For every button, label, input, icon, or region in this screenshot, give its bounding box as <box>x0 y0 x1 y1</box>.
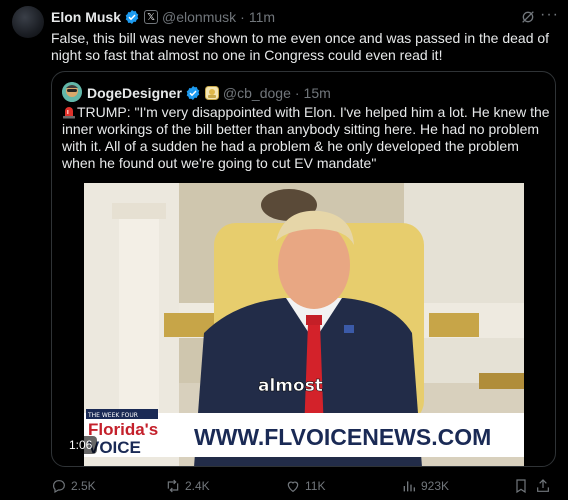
quoted-author-avatar[interactable] <box>62 82 82 102</box>
video-duration: 1:06 <box>64 436 98 454</box>
bookmark-icon <box>516 479 526 494</box>
x-affiliation-icon: 𝕏 <box>144 10 159 24</box>
share-button[interactable] <box>535 478 555 494</box>
tweet-actions: 2.5K 2.4K 11K 923K <box>51 478 551 496</box>
quoted-tweet-text: TRUMP: "I'm very disappointed with Elon.… <box>62 104 550 171</box>
more-options-icon[interactable]: ··· <box>540 6 558 24</box>
like-count: 11K <box>305 479 326 493</box>
views-chart-icon <box>403 481 415 492</box>
like-button[interactable]: 11K <box>285 478 325 494</box>
reply-icon <box>53 480 65 494</box>
video-banner-brand-line1: Florida's <box>88 420 158 439</box>
video-frame: almost THE WEEK FOUR Florida's VOICE WWW… <box>84 183 524 466</box>
siren-emoji-icon <box>63 107 75 119</box>
separator-dot: · <box>294 85 300 101</box>
share-icon <box>537 479 549 492</box>
quoted-tweet[interactable]: DogeDesigner @cb_doge · 15m TRUMP: "I'm … <box>51 71 556 467</box>
quoted-author-handle[interactable]: @cb_doge <box>223 85 291 101</box>
tweet-header: Elon Musk 𝕏 @elonmusk · 11m <box>51 9 275 25</box>
video-player[interactable]: almost THE WEEK FOUR Florida's VOICE WWW… <box>84 183 524 466</box>
tweet-text: False, this bill was never shown to me e… <box>51 30 550 63</box>
quoted-author-name[interactable]: DogeDesigner <box>87 85 182 101</box>
separator-dot: · <box>240 9 245 25</box>
verified-badge-icon <box>125 10 139 24</box>
author-avatar[interactable] <box>12 6 44 38</box>
author-name[interactable]: Elon Musk <box>51 9 121 25</box>
affiliation-badge-icon <box>204 86 219 100</box>
quoted-tweet-text-container: TRUMP: "I'm very disappointed with Elon.… <box>62 104 550 172</box>
reply-count: 2.5K <box>71 479 96 493</box>
repost-count: 2.4K <box>185 479 210 493</box>
quoted-tweet-time[interactable]: 15m <box>304 85 331 101</box>
repost-button[interactable]: 2.4K <box>165 478 210 494</box>
quoted-tweet-header: DogeDesigner @cb_doge · 15m <box>87 85 331 101</box>
tweet-time[interactable]: 11m <box>249 9 275 25</box>
view-count: 923K <box>421 479 450 493</box>
video-banner-url: WWW.FLVOICENEWS.COM <box>194 424 491 450</box>
repost-icon <box>167 479 179 493</box>
author-handle[interactable]: @elonmusk <box>162 9 236 25</box>
heart-icon <box>287 481 299 493</box>
tweet: Elon Musk 𝕏 @elonmusk · 11m ··· False, t… <box>0 0 568 500</box>
views-button[interactable]: 923K <box>401 478 449 494</box>
grok-icon[interactable] <box>520 9 536 25</box>
video-banner-small-text: THE WEEK FOUR <box>87 412 138 419</box>
reply-button[interactable]: 2.5K <box>51 478 96 494</box>
bookmark-button[interactable] <box>513 478 533 494</box>
verified-badge-icon <box>186 86 200 100</box>
video-caption: almost <box>258 376 323 396</box>
